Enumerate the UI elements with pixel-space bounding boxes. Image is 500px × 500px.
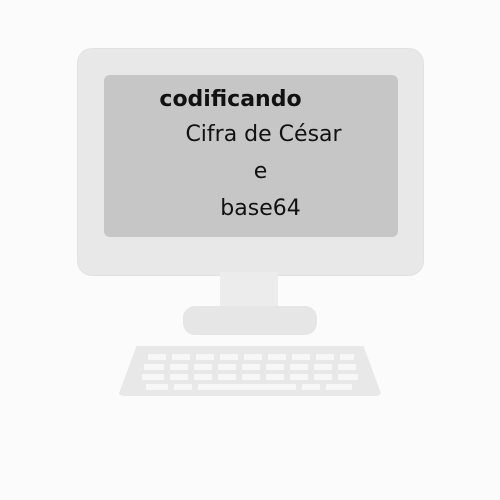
- key: [148, 354, 166, 360]
- key: [290, 364, 308, 370]
- key: [146, 384, 168, 390]
- key: [174, 384, 192, 390]
- key: [316, 354, 334, 360]
- screen-line-base64: base64: [220, 196, 301, 221]
- illustration-canvas: codificando Cifra de César e base64: [0, 0, 500, 500]
- monitor-stand-base: [183, 306, 317, 335]
- key: [244, 354, 262, 360]
- key: [218, 364, 236, 370]
- key: [302, 384, 320, 390]
- key: [314, 364, 332, 370]
- keyboard-keys: [136, 352, 366, 392]
- key: [196, 354, 214, 360]
- key: [338, 374, 358, 380]
- key: [338, 364, 356, 370]
- key: [266, 364, 284, 370]
- key: [220, 354, 238, 360]
- screen-line-e: e: [253, 159, 268, 184]
- key: [290, 374, 308, 380]
- key: [144, 364, 164, 370]
- key: [194, 374, 212, 380]
- key: [172, 354, 190, 360]
- key: [326, 384, 352, 390]
- screen-title: codificando: [159, 87, 302, 112]
- key: [194, 364, 212, 370]
- key: [142, 374, 164, 380]
- key: [314, 374, 332, 380]
- key: [242, 374, 260, 380]
- screen-line-cifra: Cifra de César: [185, 122, 342, 147]
- spacebar-key: [198, 384, 296, 390]
- monitor-screen: codificando Cifra de César e base64: [104, 75, 398, 237]
- key: [340, 354, 354, 360]
- key: [268, 354, 286, 360]
- key: [170, 374, 188, 380]
- key: [292, 354, 310, 360]
- key: [242, 364, 260, 370]
- key: [170, 364, 188, 370]
- key: [266, 374, 284, 380]
- key: [218, 374, 236, 380]
